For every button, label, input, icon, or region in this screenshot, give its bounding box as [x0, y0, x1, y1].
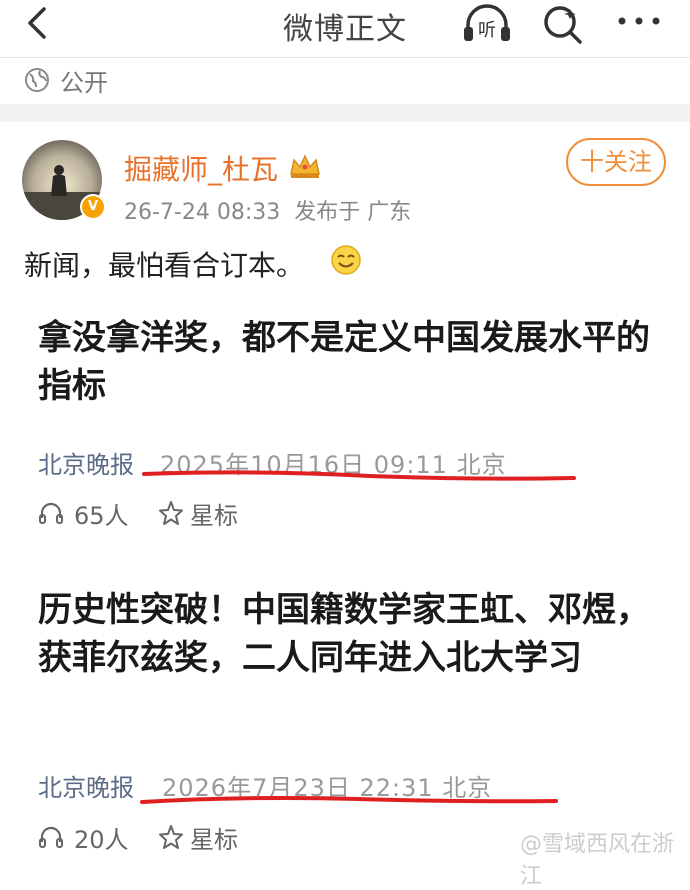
post-text: 新闻，最怕看合订本。 [24, 249, 305, 282]
username[interactable]: 掘藏师_杜瓦 [124, 148, 278, 188]
article-source[interactable]: 北京晚报 [38, 768, 134, 803]
star-label[interactable]: 星标 [190, 496, 238, 531]
post-location: 发布于 广东 [294, 200, 412, 225]
headphone-icon [39, 826, 63, 848]
listener-count: 65人 [74, 502, 129, 530]
star-icon[interactable] [158, 824, 184, 850]
verified-badge: V [80, 194, 106, 220]
star-label[interactable]: 星标 [190, 820, 238, 855]
smile-icon [331, 245, 361, 275]
headphone-icon [39, 502, 63, 524]
follow-button[interactable]: 十关注 [566, 138, 666, 186]
header-divider [0, 57, 690, 58]
listen-icon[interactable]: 听 [460, 3, 514, 45]
red-underline-annotation [142, 470, 576, 481]
red-underline-annotation [140, 796, 558, 804]
search-icon[interactable] [540, 3, 586, 45]
post-meta: 26-7-24 08:33 发布于 广东 [124, 194, 411, 226]
page-title: 微博正文 [283, 12, 407, 47]
crown-icon [290, 154, 320, 178]
listener-count: 20人 [74, 826, 129, 854]
section-separator [0, 104, 690, 122]
watermark: @雪域西风在浙江 [520, 832, 675, 889]
article-source[interactable]: 北京晚报 [38, 445, 134, 480]
article-title[interactable]: 拿没拿洋奖，都不是定义中国发展水平的指标 [38, 314, 658, 410]
visibility-label: 公开 [60, 69, 108, 97]
globe-icon [25, 68, 49, 92]
more-icon[interactable] [614, 6, 664, 36]
post-timestamp: 26-7-24 08:33 [124, 200, 281, 225]
listen-label: 听 [478, 20, 496, 41]
article-title[interactable]: 历史性突破！中国籍数学家王虹、邓煜，获菲尔兹奖，二人同年进入北大学习 [38, 586, 658, 682]
star-icon[interactable] [158, 500, 184, 526]
